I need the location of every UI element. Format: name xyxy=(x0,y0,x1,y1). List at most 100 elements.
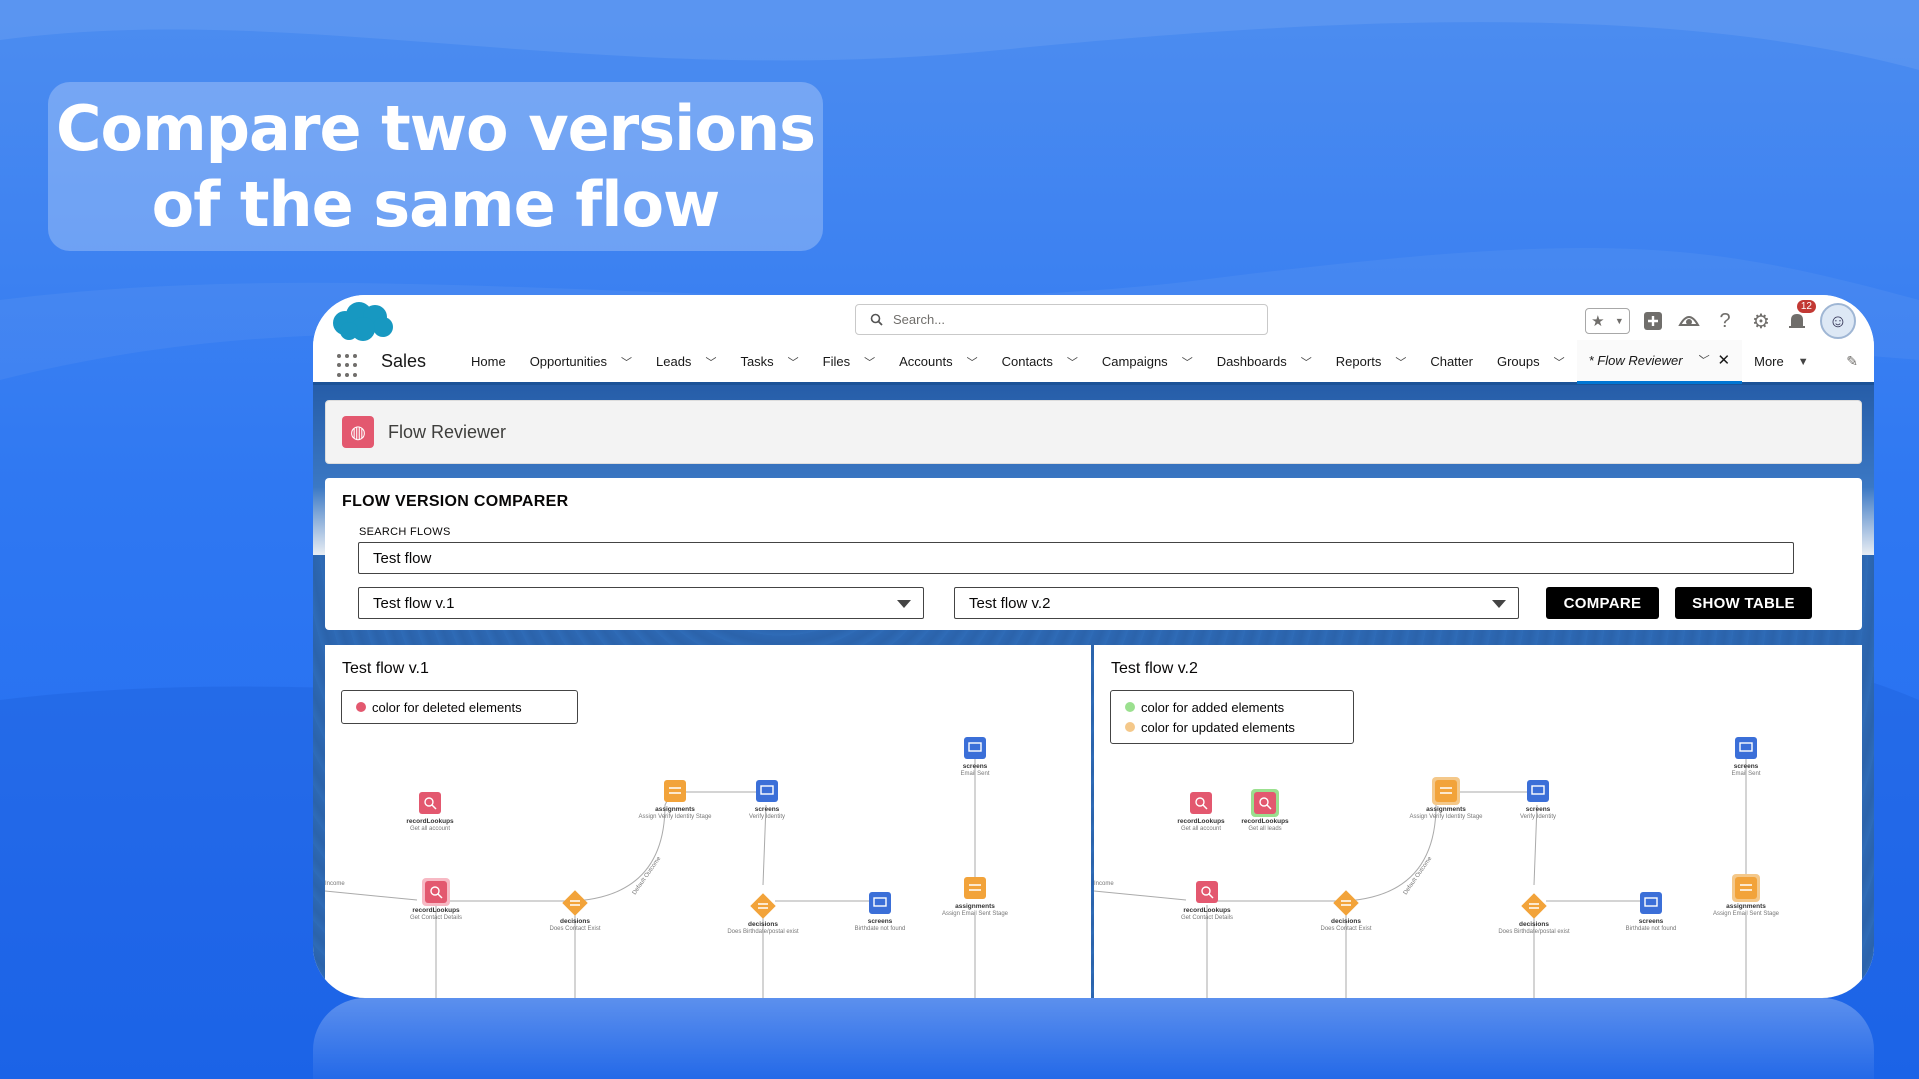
help-icon[interactable]: ? xyxy=(1712,308,1738,334)
node-description-label: Assign Verify Identity Stage xyxy=(1409,814,1483,820)
header-utility-icons: ★ ▼ ? ⚙ 12 ☺ xyxy=(1585,300,1856,339)
node-type-label: decisions xyxy=(1519,921,1549,928)
node-type-label: decisions xyxy=(748,921,778,928)
chevron-down-icon[interactable]: ﹀ xyxy=(1689,352,1708,368)
nav-item-tasks[interactable]: Tasks ﹀ xyxy=(728,341,810,382)
nav-item-campaigns[interactable]: Campaigns ﹀ xyxy=(1090,341,1205,382)
left-panel-title: Test flow v.1 xyxy=(342,660,429,677)
left-version-select[interactable]: Test flow v.1 xyxy=(358,587,924,619)
chevron-down-icon[interactable]: ﹀ xyxy=(856,354,875,370)
favorites-button[interactable]: ★ ▼ xyxy=(1585,308,1630,334)
notifications-bell-icon[interactable]: 12 xyxy=(1784,300,1816,334)
global-search-input[interactable]: Search... xyxy=(855,304,1268,335)
screens-email-sent-node[interactable]: screensEmail Sent xyxy=(1731,737,1761,777)
legend-updated: color for updated elements xyxy=(1125,717,1339,737)
chevron-down-icon[interactable]: ﹀ xyxy=(697,354,716,370)
salesforce-logo-icon xyxy=(333,302,393,341)
headline-line-2: of the same flow xyxy=(151,167,721,241)
nav-item-contacts[interactable]: Contacts ﹀ xyxy=(990,341,1090,382)
tab-flow-reviewer[interactable]: * Flow Reviewer ﹀ ✕ xyxy=(1576,339,1743,384)
star-icon: ★ xyxy=(1591,313,1605,330)
navigation-bar: Sales Home Opportunities ﹀ Leads ﹀ Tasks ﹀ … xyxy=(313,339,1874,385)
node-type-label: recordLookups xyxy=(1241,818,1289,825)
caret-down-icon xyxy=(1492,600,1506,608)
left-flow-panel: Income Default Outcome screens Email Sent as… xyxy=(325,645,1091,998)
user-avatar[interactable]: ☺ xyxy=(1820,303,1856,339)
right-flow-panel: Income Default Outcome screens Email Sent as… xyxy=(1094,645,1862,998)
node-description-label: Get all account xyxy=(410,826,450,832)
node-type-label: assignments xyxy=(1726,903,1766,910)
assignments-email-sent-node[interactable]: assignmentsAssign Email Sent Stage xyxy=(942,877,1009,917)
nav-item-files[interactable]: Files ﹀ xyxy=(811,341,887,382)
search-icon xyxy=(870,313,883,326)
nav-item-more[interactable]: More ▼ xyxy=(1742,341,1821,382)
show-table-button[interactable]: SHOW TABLE xyxy=(1675,587,1812,619)
edge-label: Income xyxy=(1094,881,1114,887)
chevron-down-icon[interactable]: ﹀ xyxy=(959,354,978,370)
recordlookups-all-leads-node[interactable]: recordLookupsGet all leads xyxy=(1241,789,1289,832)
screens-birthdate-not-found-node[interactable]: screensBirthdate not found xyxy=(1626,892,1677,932)
nav-item-leads[interactable]: Leads ﹀ xyxy=(644,341,728,382)
node-type-label: recordLookups xyxy=(412,907,460,914)
page-body: ◍ Flow Reviewer FLOW VERSION COMPARER SE… xyxy=(313,385,1874,998)
globe-icon: ◍ xyxy=(342,416,374,448)
node-description-label: Birthdate not found xyxy=(855,926,906,932)
chevron-down-icon[interactable]: ﹀ xyxy=(780,354,799,370)
global-actions-icon[interactable] xyxy=(1640,308,1666,334)
trailhead-icon[interactable] xyxy=(1676,308,1702,334)
decisions-birthdate-node[interactable]: decisionsDoes Birthdate/postal exist xyxy=(727,893,799,935)
compare-button[interactable]: COMPARE xyxy=(1546,587,1659,619)
node-type-label: screens xyxy=(755,806,780,813)
nav-item-reports[interactable]: Reports ﹀ xyxy=(1324,341,1419,382)
caret-down-icon[interactable]: ▼ xyxy=(1790,356,1809,368)
recordlookups-all-account-node[interactable]: recordLookupsGet all account xyxy=(1177,792,1225,832)
recordlookups-all-account-node[interactable]: recordLookupsGet all account xyxy=(406,792,454,832)
screens-birthdate-not-found-node[interactable]: screensBirthdate not found xyxy=(855,892,906,932)
app-launcher-grid-icon[interactable] xyxy=(337,354,361,378)
assignments-email-sent-node[interactable]: assignmentsAssign Email Sent Stage xyxy=(1713,874,1780,917)
nav-item-opportunities[interactable]: Opportunities ﹀ xyxy=(518,341,644,382)
app-header: ◍ Flow Reviewer xyxy=(325,400,1862,464)
nav-item-accounts[interactable]: Accounts ﹀ xyxy=(887,341,989,382)
left-legend: color for deleted elements xyxy=(341,690,578,724)
legend-dot xyxy=(1125,702,1135,712)
assignments-verify-node[interactable]: assignmentsAssign Verify Identity Stage xyxy=(638,780,712,820)
right-version-select[interactable]: Test flow v.2 xyxy=(954,587,1519,619)
recordlookups-contact-node[interactable]: recordLookupsGet Contact Details xyxy=(410,878,462,921)
legend-added: color for added elements xyxy=(1125,697,1339,717)
assignments-verify-node[interactable]: assignmentsAssign Verify Identity Stage xyxy=(1409,777,1483,820)
app-name: Sales xyxy=(381,351,427,371)
edge-label: Default Outcome xyxy=(1403,855,1434,896)
chevron-down-icon[interactable]: ﹀ xyxy=(1293,354,1312,370)
node-type-label: screens xyxy=(963,763,988,770)
chevron-down-icon[interactable]: ﹀ xyxy=(1546,354,1565,370)
node-type-label: recordLookups xyxy=(1177,818,1225,825)
edit-nav-pencil-icon[interactable]: ✎ xyxy=(1846,353,1858,370)
node-description-label: Assign Verify Identity Stage xyxy=(638,814,712,820)
node-description-label: Email Sent xyxy=(1731,771,1760,777)
screens-verify-node[interactable]: screensVerify Identity xyxy=(1520,780,1556,820)
node-type-label: decisions xyxy=(1331,918,1361,925)
nav-item-home[interactable]: Home xyxy=(459,341,518,382)
node-type-label: recordLookups xyxy=(1183,907,1231,914)
search-flows-input[interactable] xyxy=(358,542,1794,574)
chevron-down-icon[interactable]: ﹀ xyxy=(613,354,632,370)
setup-gear-icon[interactable]: ⚙ xyxy=(1748,308,1774,334)
window-reflection xyxy=(313,998,1874,1079)
chevron-down-icon[interactable]: ﹀ xyxy=(1174,354,1193,370)
legend-deleted: color for deleted elements xyxy=(356,697,563,717)
nav-item-chatter[interactable]: Chatter xyxy=(1418,341,1485,382)
decisions-contact-exist-node[interactable]: decisionsDoes Contact Exist xyxy=(1320,890,1372,932)
screens-email-sent-node[interactable]: screensEmail Sent xyxy=(960,737,990,777)
node-description-label: Birthdate not found xyxy=(1626,926,1677,932)
decisions-contact-exist-node[interactable]: decisionsDoes Contact Exist xyxy=(549,890,601,932)
close-icon[interactable]: ✕ xyxy=(1714,351,1731,369)
screens-verify-node[interactable]: screensVerify Identity xyxy=(749,780,785,820)
legend-dot xyxy=(1125,722,1135,732)
nav-item-dashboards[interactable]: Dashboards ﹀ xyxy=(1205,341,1324,382)
decisions-birthdate-node[interactable]: decisionsDoes Birthdate/postal exist xyxy=(1498,893,1570,935)
chevron-down-icon[interactable]: ﹀ xyxy=(1387,354,1406,370)
legend-dot xyxy=(356,702,366,712)
chevron-down-icon[interactable]: ﹀ xyxy=(1059,354,1078,370)
nav-item-groups[interactable]: Groups ﹀ xyxy=(1485,341,1577,382)
